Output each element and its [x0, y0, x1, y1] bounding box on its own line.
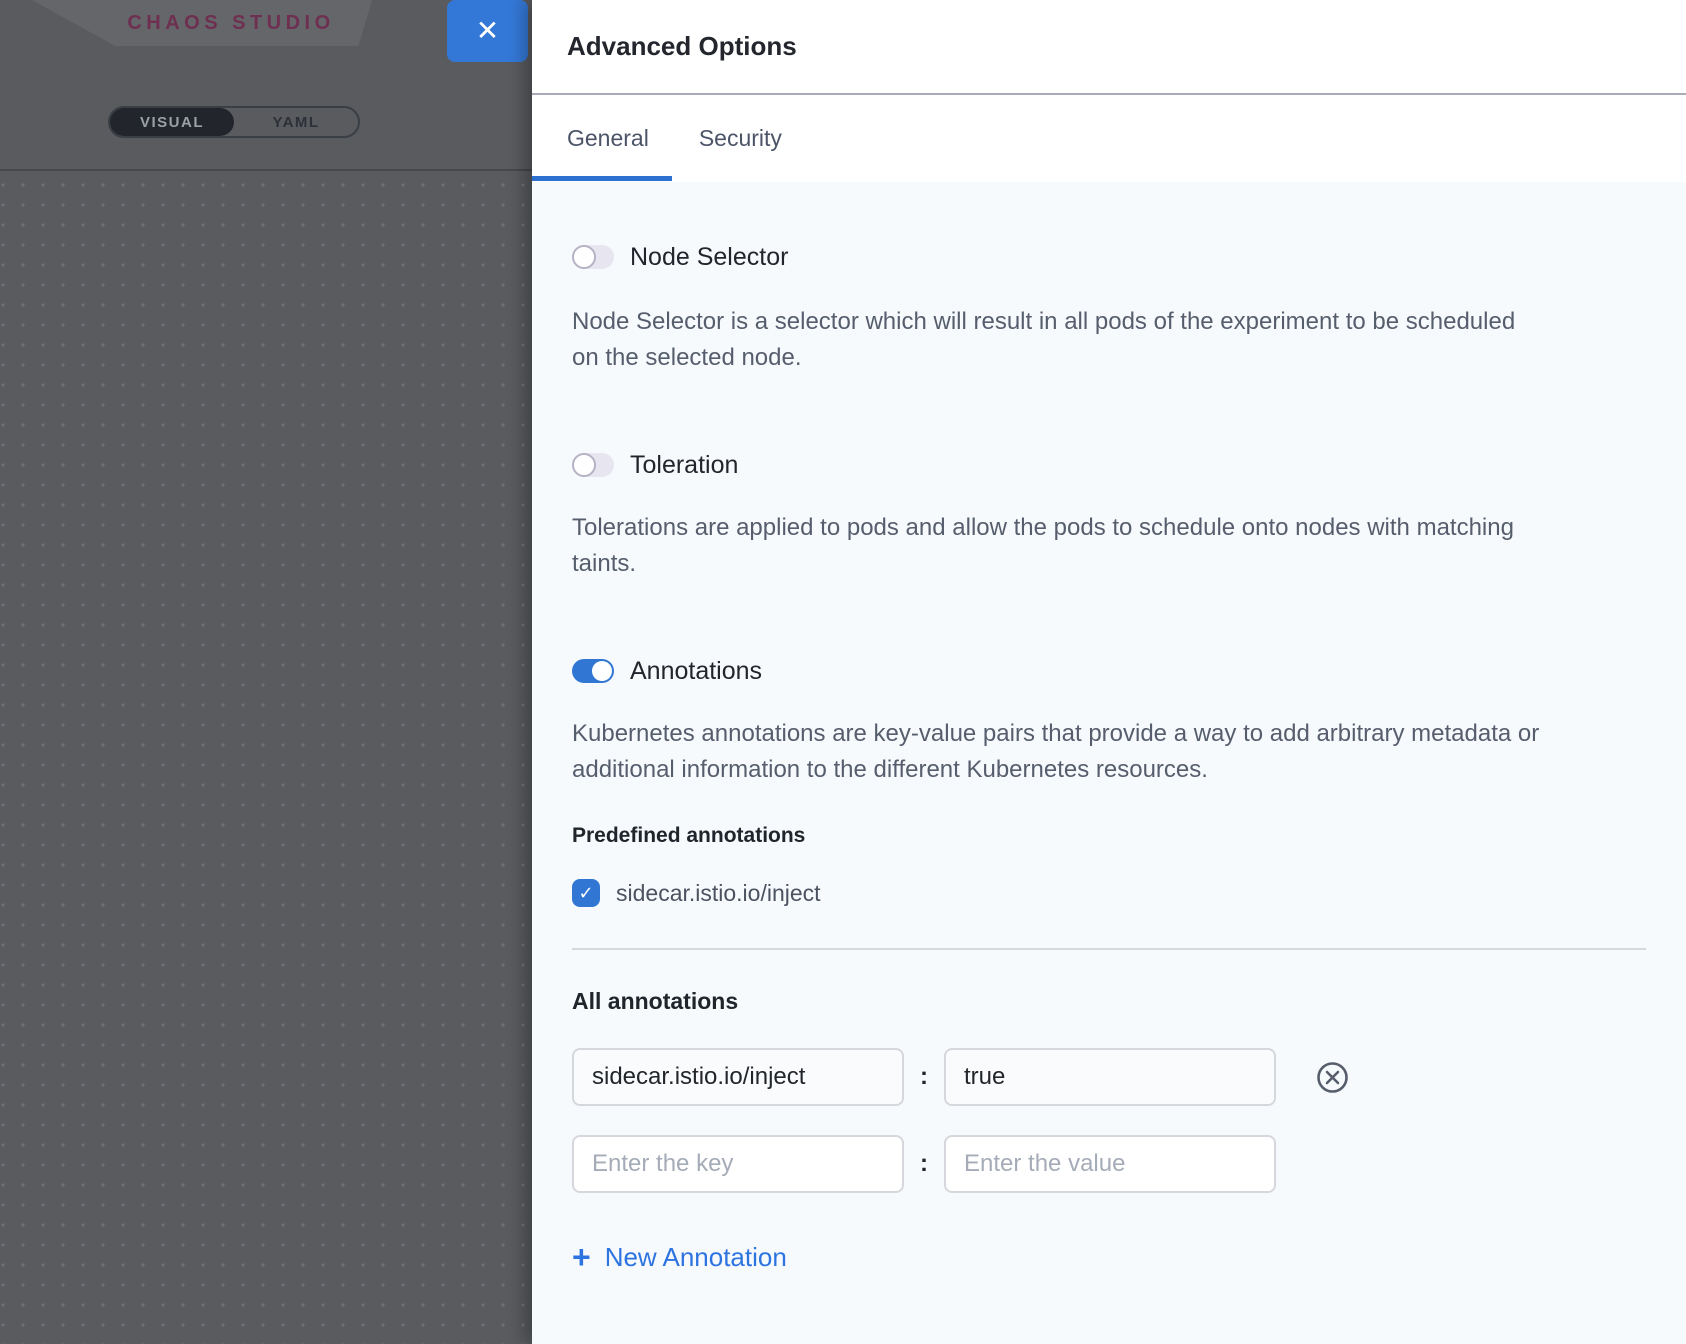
all-annotations-heading: All annotations [572, 988, 1646, 1015]
general-tab-content: Node Selector Node Selector is a selecto… [532, 182, 1686, 1344]
toleration-toggle[interactable] [572, 453, 614, 477]
brand-banner: CHAOS STUDIO [32, 0, 372, 46]
annotation-value-input[interactable] [944, 1135, 1276, 1193]
visual-yaml-toggle: VISUAL YAML [108, 106, 360, 138]
drawer-title: Advanced Options [567, 31, 797, 62]
remove-annotation-icon [1316, 1061, 1349, 1094]
annotations-description: Kubernetes annotations are key-value pai… [572, 716, 1547, 788]
toggle-knob [572, 245, 596, 269]
new-annotation-button[interactable]: + New Annotation [572, 1241, 1646, 1273]
visual-tab[interactable]: VISUAL [110, 108, 234, 136]
annotations-label: Annotations [630, 657, 762, 686]
check-icon: ✓ [578, 883, 593, 904]
new-annotation-label: New Annotation [605, 1242, 787, 1273]
plus-icon: + [572, 1241, 591, 1273]
advanced-options-drawer: Advanced Options General Security Node S… [532, 0, 1686, 1344]
toggle-knob [572, 453, 596, 477]
close-icon: ✕ [476, 17, 499, 45]
toleration-row: Toleration [572, 450, 1646, 480]
drawer-header: Advanced Options [532, 0, 1686, 95]
canvas-dot-grid [0, 171, 540, 1344]
node-selector-label: Node Selector [630, 243, 788, 272]
sidecar-inject-checkbox-label: sidecar.istio.io/inject [616, 880, 821, 907]
annotation-key-input[interactable] [572, 1135, 904, 1193]
toleration-description: Tolerations are applied to pods and allo… [572, 510, 1547, 582]
key-value-separator: : [920, 1063, 928, 1091]
predefined-annotations-heading: Predefined annotations [572, 824, 1646, 848]
chaos-studio-canvas: CHAOS STUDIO VISUAL YAML [0, 0, 540, 1344]
node-selector-toggle[interactable] [572, 245, 614, 269]
toleration-label: Toleration [630, 451, 738, 480]
drawer-tabs: General Security [532, 95, 1686, 181]
active-tab-indicator [532, 176, 672, 181]
node-selector-description: Node Selector is a selector which will r… [572, 304, 1547, 376]
tab-general[interactable]: General [567, 125, 649, 152]
annotation-value-input[interactable] [944, 1048, 1276, 1106]
yaml-tab[interactable]: YAML [234, 108, 358, 136]
brand-title: CHAOS STUDIO [127, 12, 334, 35]
annotations-toggle[interactable] [572, 659, 614, 683]
key-value-separator: : [920, 1150, 928, 1178]
remove-annotation-button[interactable] [1316, 1061, 1349, 1094]
tab-security[interactable]: Security [699, 125, 782, 152]
node-selector-row: Node Selector [572, 242, 1646, 272]
annotations-row: Annotations [572, 656, 1646, 686]
predefined-annotation-item: ✓ sidecar.istio.io/inject [572, 879, 1646, 907]
toggle-knob [592, 661, 612, 681]
annotation-key-input[interactable] [572, 1048, 904, 1106]
close-drawer-button[interactable]: ✕ [447, 0, 528, 62]
annotation-row: : [572, 1135, 1646, 1193]
sidecar-inject-checkbox[interactable]: ✓ [572, 879, 600, 907]
annotation-row: : [572, 1048, 1646, 1106]
section-divider [572, 948, 1646, 950]
